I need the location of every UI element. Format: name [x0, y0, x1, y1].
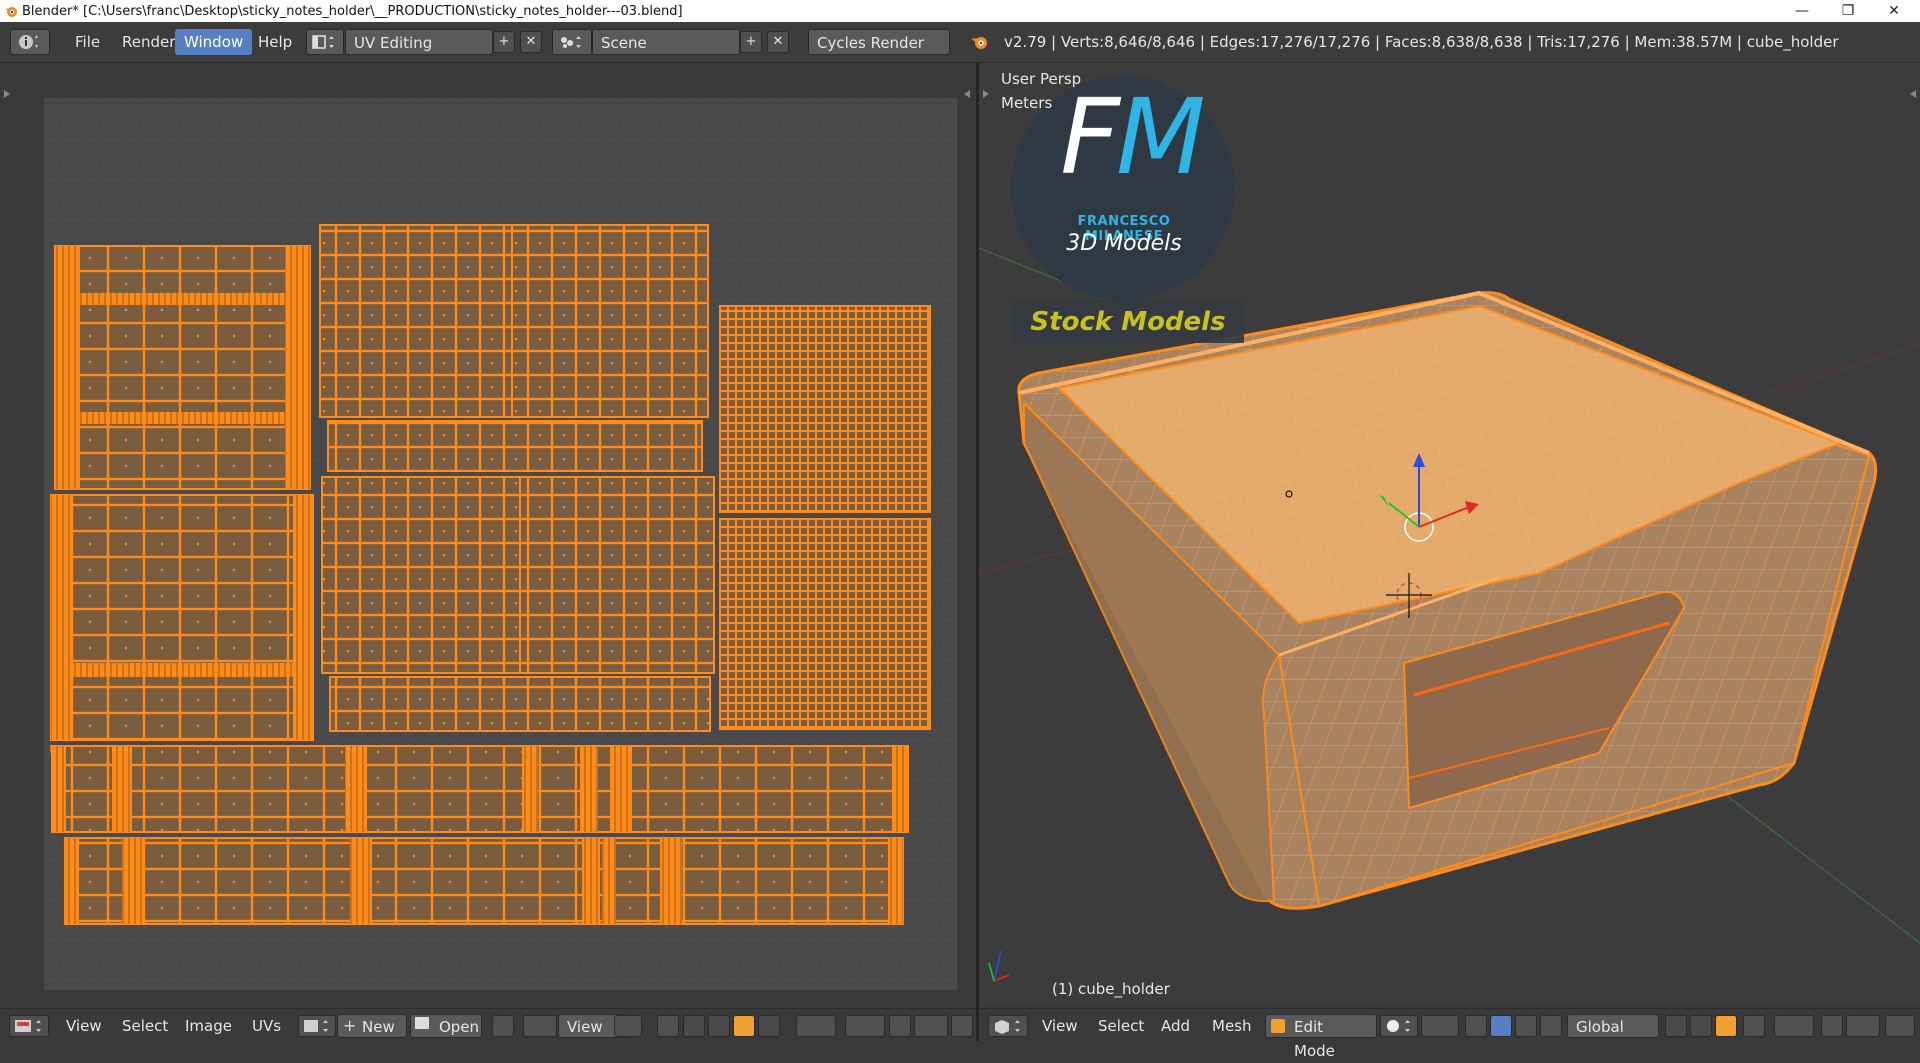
region-toggle-icon[interactable] — [964, 90, 970, 98]
image-browse-icon[interactable] — [298, 1015, 336, 1037]
region-toggle-icon[interactable] — [4, 90, 10, 98]
uv-island[interactable] — [54, 245, 311, 490]
close-button[interactable]: ✕ — [1872, 0, 1916, 22]
orientation-select[interactable]: Global — [1567, 1014, 1659, 1038]
pin-icon[interactable] — [492, 1015, 514, 1037]
translate-manipulator-icon[interactable] — [1490, 1015, 1512, 1037]
maximize-button[interactable]: ❐ — [1826, 0, 1870, 22]
edit-mode-icon — [1271, 1019, 1285, 1033]
plus-icon: + — [343, 1016, 357, 1035]
editor-type-info-icon[interactable] — [10, 29, 50, 55]
vp-menu-view[interactable]: View — [1042, 1014, 1078, 1038]
cube-holder-mesh[interactable] — [1017, 290, 1878, 910]
vp-menu-select[interactable]: Select — [1098, 1014, 1144, 1038]
uv-image-editor[interactable] — [0, 63, 976, 1006]
uv-canvas[interactable] — [0, 63, 976, 1006]
axis-orientation-icon — [988, 950, 1010, 982]
uv-island[interactable] — [50, 494, 314, 741]
rotate-manipulator-icon[interactable] — [1515, 1015, 1537, 1037]
snap-element-icon[interactable] — [1846, 1015, 1880, 1037]
snap-icon[interactable] — [914, 1015, 948, 1037]
uv-select-mode-icon[interactable] — [657, 1015, 679, 1037]
uv-editor-header: View Select Image UVs New + Open View — [0, 1008, 976, 1042]
viewport-shading-icon[interactable] — [1380, 1015, 1418, 1037]
region-toggle-icon[interactable] — [1910, 90, 1916, 98]
add-screen-icon[interactable]: + — [493, 31, 515, 53]
scene-icon[interactable] — [552, 29, 592, 55]
uv-menu-image[interactable]: Image — [185, 1014, 232, 1038]
viewport-canvas[interactable] — [979, 63, 1920, 1006]
remove-scene-icon[interactable]: ✕ — [767, 31, 789, 53]
render-engine-select[interactable]: Cycles Render — [808, 29, 950, 55]
uv-sync-icon[interactable] — [614, 1015, 642, 1037]
logo-subtitle: 3D Models — [1066, 231, 1182, 256]
window-title: Blender* [C:\Users\franc\Desktop\sticky_… — [22, 3, 683, 19]
vertex-select-icon[interactable] — [683, 1015, 705, 1037]
screen-layout-icon[interactable] — [306, 29, 344, 55]
scene-field[interactable]: Scene — [592, 29, 740, 55]
menu-file[interactable]: File — [66, 29, 109, 55]
remove-screen-icon[interactable]: ✕ — [520, 31, 542, 53]
limit-selection-icon[interactable] — [1743, 1015, 1765, 1037]
uv-menu-uvs[interactable]: UVs — [252, 1014, 281, 1038]
folder-icon — [415, 1017, 429, 1029]
editor-type-3d-icon[interactable] — [988, 1015, 1028, 1037]
pivot-icon[interactable] — [845, 1015, 885, 1037]
manipulator-toggle-icon[interactable] — [1465, 1015, 1487, 1037]
editor-type-image-icon[interactable] — [9, 1015, 49, 1037]
viewport-header: View Select Add Mesh Edit Mode Global — [979, 1008, 1920, 1060]
render-slot-icon[interactable] — [951, 1015, 973, 1037]
logo-letters: FM — [1060, 76, 1206, 198]
info-header: File Render Window Help UV Editing + ✕ S… — [0, 22, 1920, 63]
menu-render[interactable]: Render — [113, 29, 184, 55]
window-titlebar: Blender* [C:\Users\franc\Desktop\sticky_… — [0, 0, 1920, 22]
edge-select-mode-icon[interactable] — [1690, 1015, 1712, 1037]
logo-banner: Stock Models — [1030, 307, 1226, 337]
face-select-mode-icon[interactable] — [1715, 1015, 1737, 1037]
region-toggle-icon[interactable] — [983, 90, 989, 98]
screen-layout-field[interactable]: UV Editing — [345, 29, 493, 55]
uv-island[interactable] — [321, 476, 715, 732]
grid-axis-line — [1768, 342, 1920, 394]
add-scene-icon[interactable]: + — [740, 31, 762, 53]
snap-toggle-icon[interactable] — [1821, 1015, 1843, 1037]
proportional-edit-icon[interactable] — [889, 1015, 911, 1037]
scene-statistics: v2.79 | Verts:8,646/8,646 | Edges:17,276… — [1004, 33, 1839, 51]
edge-select-icon[interactable] — [708, 1015, 730, 1037]
uv-menu-select[interactable]: Select — [122, 1014, 168, 1038]
vertex-select-mode-icon[interactable] — [1665, 1015, 1687, 1037]
render-preview-icon[interactable] — [1885, 1015, 1915, 1037]
pivot-point-icon[interactable] — [1421, 1015, 1459, 1037]
proportional-editing-icon[interactable] — [1774, 1015, 1814, 1037]
menu-help[interactable]: Help — [249, 29, 301, 55]
blender-icon — [971, 37, 987, 49]
island-select-icon[interactable] — [758, 1015, 780, 1037]
scale-manipulator-icon[interactable] — [1540, 1015, 1562, 1037]
sticky-select-icon[interactable] — [796, 1015, 836, 1037]
uv-island[interactable] — [50, 745, 909, 833]
minimize-button[interactable]: — — [1780, 0, 1824, 22]
vp-menu-mesh[interactable]: Mesh — [1212, 1014, 1252, 1038]
uv-island[interactable] — [319, 224, 709, 472]
vp-menu-add[interactable]: Add — [1161, 1014, 1190, 1038]
uv-view-icon[interactable] — [523, 1015, 557, 1037]
uv-island[interactable] — [64, 837, 904, 925]
3d-viewport[interactable]: User Persp Meters FM FRANCESCO MILANESE … — [979, 63, 1920, 1006]
active-object-label: (1) cube_holder — [1052, 980, 1170, 998]
face-select-icon[interactable] — [733, 1015, 755, 1037]
menu-window[interactable]: Window — [175, 29, 253, 55]
uv-menu-view[interactable]: View — [66, 1014, 102, 1038]
blender-logo-icon — [5, 7, 17, 17]
